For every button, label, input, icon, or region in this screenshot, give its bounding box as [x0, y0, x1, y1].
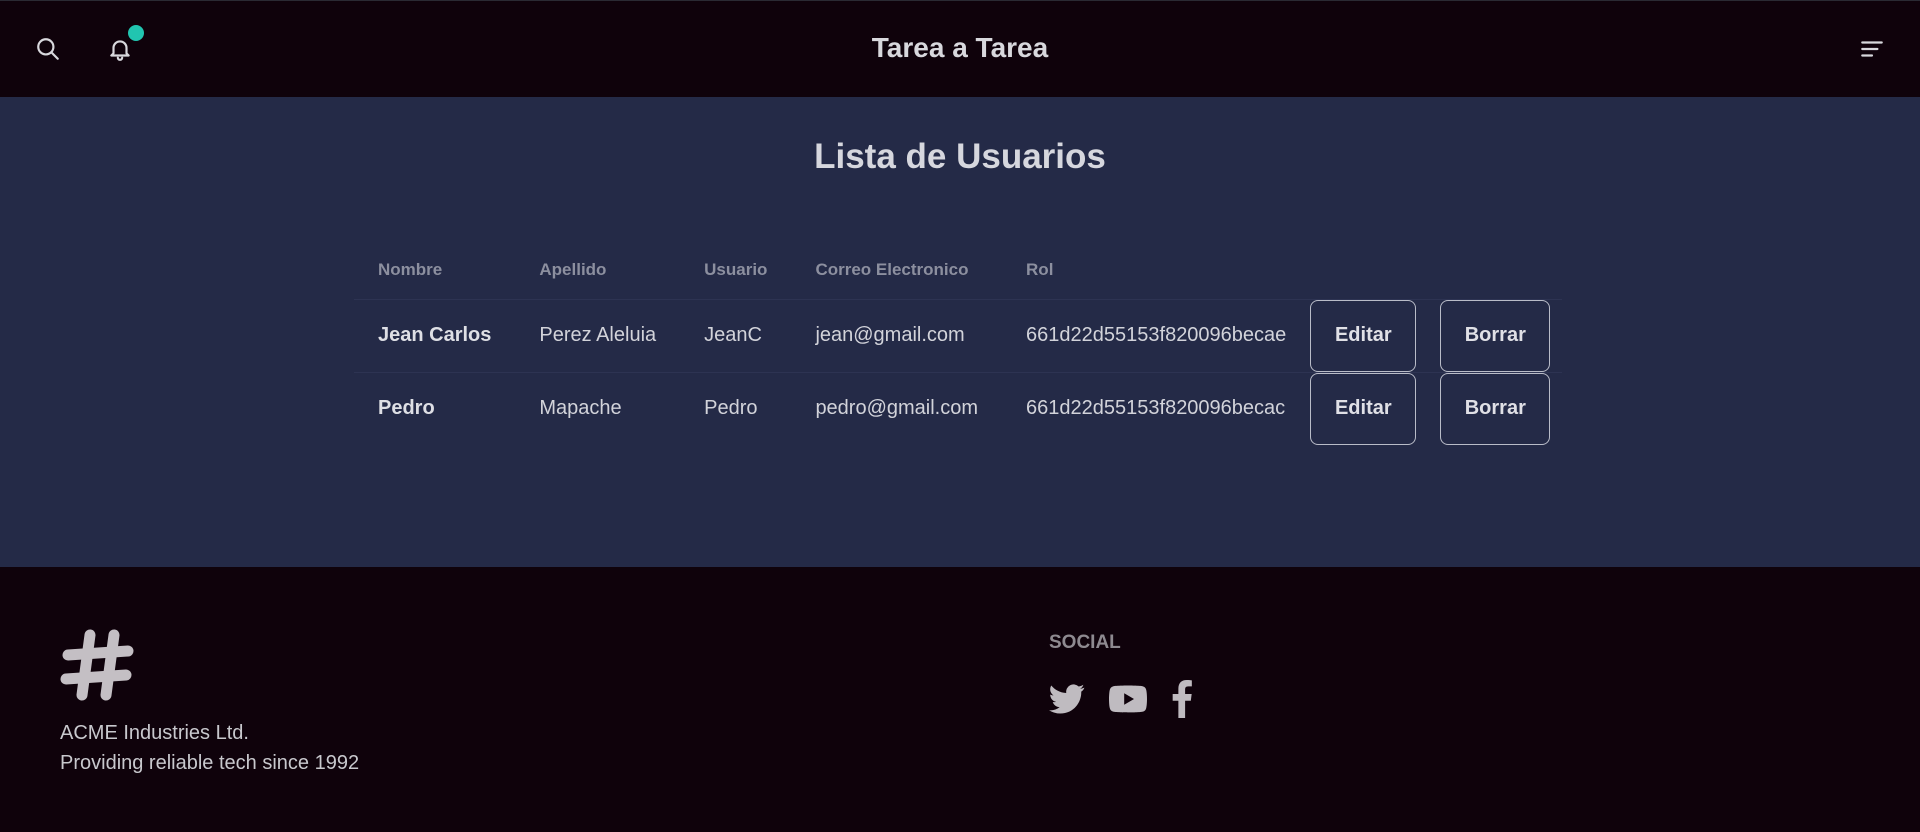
youtube-icon [1109, 685, 1147, 713]
cell-delete: Borrar [1428, 372, 1562, 445]
main-content: Lista de Usuarios Nombre Apellido Usuari… [0, 97, 1920, 567]
cell-apellido: Mapache [539, 397, 622, 420]
column-header-nombre: Nombre [354, 247, 516, 300]
column-header-apellido: Apellido [515, 247, 681, 300]
youtube-link[interactable] [1109, 684, 1147, 714]
facebook-link[interactable] [1171, 680, 1193, 718]
twitter-icon [1049, 684, 1085, 714]
table-header-row: Nombre Apellido Usuario Correo Electroni… [354, 247, 1563, 300]
column-header-edit [1310, 247, 1429, 300]
company-logo [60, 627, 136, 708]
table-row: Pedro Mapache Pedro pedro@gmail.com 661d… [354, 372, 1562, 445]
cell-nombre: Pedro [378, 397, 435, 420]
cell-apellido: Perez Aleluia [515, 299, 681, 373]
cell-usuario: JeanC [680, 299, 792, 373]
column-header-delete [1428, 247, 1563, 300]
cell-rol: 661d22d55153f820096becac [1026, 397, 1286, 420]
edit-button[interactable]: Editar [1310, 299, 1417, 372]
company-tagline: Providing reliable tech since 1992 [60, 752, 360, 774]
search-icon [37, 38, 59, 60]
delete-button[interactable]: Borrar [1440, 372, 1551, 445]
twitter-link[interactable] [1049, 684, 1085, 714]
cell-edit: Editar [1310, 372, 1428, 445]
social-title: SOCIAL [1049, 632, 1121, 653]
notification-badge [128, 25, 144, 41]
cell-edit: Editar [1310, 299, 1429, 373]
column-header-correo: Correo Electronico [791, 247, 1003, 300]
cell-delete: Borrar [1428, 299, 1563, 373]
social-links [1049, 680, 1193, 718]
brand-container: Tarea a Tarea [0, 32, 1920, 64]
navbar: Tarea a Tarea [0, 0, 1920, 97]
cell-rol: 661d22d55153f820096becae [1002, 299, 1311, 373]
table-row: Jean Carlos Perez Aleluia JeanC jean@gma… [354, 299, 1563, 373]
users-table: Nombre Apellido Usuario Correo Electroni… [354, 247, 1563, 445]
menu-button[interactable] [1856, 33, 1888, 65]
bell-icon [110, 40, 130, 61]
cell-usuario: Pedro [704, 397, 758, 420]
company-name: ACME Industries Ltd. [60, 722, 249, 744]
notifications-button[interactable] [104, 25, 144, 65]
footer: ACME Industries Ltd. Providing reliable … [0, 567, 1920, 832]
column-header-usuario: Usuario [680, 247, 792, 300]
cell-correo: pedro@gmail.com [815, 397, 979, 420]
edit-button[interactable]: Editar [1310, 372, 1417, 445]
column-header-rol: Rol [1002, 247, 1311, 300]
delete-button[interactable]: Borrar [1440, 299, 1551, 372]
cell-correo: jean@gmail.com [791, 299, 1003, 373]
facebook-icon [1172, 680, 1192, 718]
hashtag-logo-icon [60, 629, 134, 701]
cell-nombre: Jean Carlos [354, 299, 516, 373]
search-button[interactable] [32, 33, 64, 65]
brand-title[interactable]: Tarea a Tarea [872, 32, 1048, 63]
company-info: ACME Industries Ltd. Providing reliable … [60, 718, 359, 778]
page-title: Lista de Usuarios [814, 137, 1106, 176]
menu-icon [1861, 41, 1883, 57]
